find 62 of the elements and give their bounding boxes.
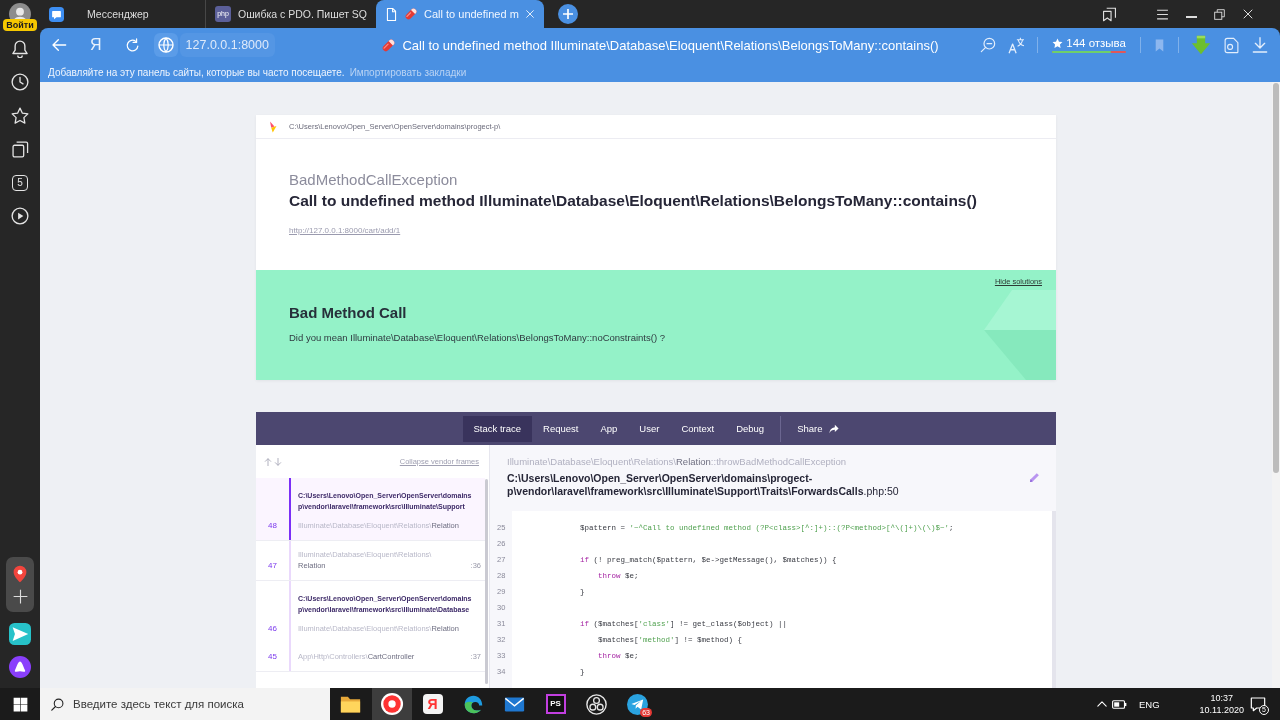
swirl-logo-icon[interactable]: [463, 693, 484, 715]
tab[interactable]: Request: [532, 415, 590, 442]
ring-logo-icon[interactable]: [371, 688, 412, 720]
menu-icon[interactable]: [1156, 7, 1169, 21]
speech-bubble-icon[interactable]: [1250, 696, 1266, 712]
frame-file: C:\Users\Lenovo\Open_Server\OpenServer\domains\progect-p\vendor\laravel\framework\src\Illuminate\Support\Traits\ForwardsCalls.php:50: [507, 472, 900, 498]
solution-title: Bad Method Call: [289, 303, 407, 323]
back-arrow-icon[interactable]: [51, 37, 67, 53]
windows-logo-icon[interactable]: [12, 696, 28, 712]
plus-icon[interactable]: [557, 4, 578, 24]
download-icon[interactable]: [1252, 37, 1268, 53]
frame-method: Illuminate\Database\Eloquent\Relations\Relation::throwBadMethodCallException: [507, 455, 847, 468]
search-icon: [51, 698, 64, 711]
solution-description: Did you mean Illuminate\Database\Eloquent\Relations\BelongsToMany::noConstraints() ?: [289, 331, 665, 344]
chevron-up-icon[interactable]: [1097, 699, 1107, 709]
chat-bubble-icon: [49, 6, 64, 22]
circle-logo-icon[interactable]: [586, 693, 607, 715]
play-icon[interactable]: [11, 207, 29, 226]
frame-number: 48: [267, 520, 278, 532]
disc-logo-icon[interactable]: [9, 656, 31, 678]
taskbar-search-field[interactable]: Введите здесь текст для поиска: [40, 688, 330, 720]
page-title: Call to undefined method Illuminate\Database\Eloquent\Relations\BelongsToMany::contains(): [402, 37, 939, 53]
refresh-icon[interactable]: [124, 37, 140, 53]
tab[interactable]: App: [589, 415, 629, 442]
magnifier-icon[interactable]: [980, 37, 997, 53]
frame-number: 47: [267, 560, 278, 572]
paper-plane-icon[interactable]: [627, 693, 648, 715]
scrollbar-thumb[interactable]: [1273, 83, 1279, 473]
page-ring-icon[interactable]: [1223, 36, 1240, 54]
frame-number: 45: [267, 651, 278, 663]
tab[interactable]: User: [628, 415, 671, 442]
stacked-pages-icon[interactable]: [11, 140, 29, 158]
bell-icon[interactable]: [11, 39, 29, 58]
restore-icon[interactable]: [1214, 8, 1225, 20]
share-icon: [828, 423, 839, 434]
map-pin-icon[interactable]: [11, 565, 29, 583]
star-icon[interactable]: [11, 106, 29, 125]
tab[interactable]: Context: [670, 415, 726, 442]
pencil-icon[interactable]: [1029, 472, 1040, 483]
tab[interactable]: Stack trace: [462, 415, 533, 442]
tab[interactable]: Debug: [725, 415, 776, 442]
bookmark-stack-icon[interactable]: [1102, 6, 1117, 22]
login-badge[interactable]: Войти: [3, 19, 37, 31]
star-icon: [1052, 37, 1064, 49]
translate-icon[interactable]: [1008, 36, 1026, 54]
plus-icon[interactable]: [12, 589, 28, 604]
clock[interactable]: 10:37 10.11.2020: [1199, 692, 1244, 716]
share-button[interactable]: Share: [786, 415, 850, 442]
close-icon[interactable]: [1242, 8, 1254, 20]
exception-class: BadMethodCallException: [289, 170, 458, 189]
document-icon: [385, 7, 399, 21]
exception-message: Call to undefined method Illuminate\Database\Eloquent\Relations\BelongsToMany::contains(): [289, 191, 977, 211]
globe-icon[interactable]: [153, 33, 178, 57]
logo-icon: [267, 120, 279, 133]
clock-icon[interactable]: [11, 73, 29, 92]
bookmarks-hint: Добавляйте на эту панель сайты, которые вы часто посещаете.: [48, 66, 345, 78]
app-tile[interactable]: PS: [545, 694, 566, 714]
language-indicator[interactable]: ENG: [1139, 698, 1160, 710]
browser-tab[interactable]: Мессенджер: [40, 0, 205, 28]
number-tile-button[interactable]: 5: [12, 174, 28, 191]
send-icon[interactable]: [9, 623, 31, 645]
frame-number: 46: [267, 623, 278, 635]
